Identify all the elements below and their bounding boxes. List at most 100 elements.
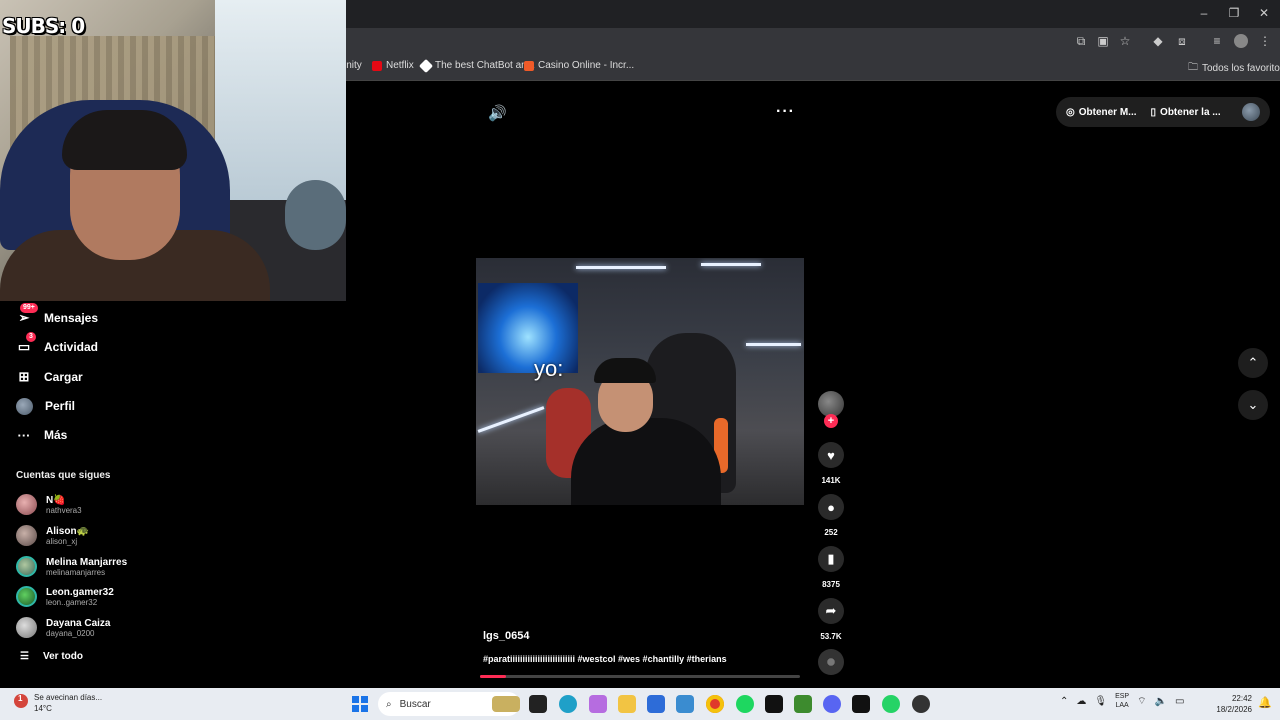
sidebar-item-label: Perfil [45,399,76,413]
file-explorer-icon[interactable] [618,695,636,713]
bookmark-casino[interactable]: Casino Online - Incr... [524,60,634,71]
get-coins-button[interactable]: ◎ Obtener M... [1066,107,1137,118]
restore-icon[interactable]: ❐ [1224,6,1244,20]
avatar [16,556,37,577]
following-section-title: Cuentas que sigues [16,470,111,481]
bookmark-icon: ▮ [827,551,835,566]
bookmark-chatbot[interactable]: The best ChatBot an... [418,58,535,73]
activity-badge: 3 [26,332,36,342]
minecraft-icon[interactable] [794,695,812,713]
cloud-icon[interactable]: ☁ [1076,696,1086,707]
list-icon: ☰ [20,651,29,662]
video-player[interactable]: yo: [476,258,804,505]
start-button[interactable] [352,696,368,712]
spotify-icon[interactable] [736,695,754,713]
task-view-icon[interactable] [529,695,547,713]
volume-icon[interactable]: 🔊 [488,104,507,122]
following-account[interactable]: Leon.gamer32 leon..gamer32 [16,586,114,607]
save-button[interactable]: ▮ [818,546,844,572]
tiktok-icon[interactable] [852,695,870,713]
video-progress-fill [480,675,506,678]
sidebar-item-messages[interactable]: ➢ 99+ Mensajes [16,303,98,329]
minimize-icon[interactable]: – [1194,6,1214,20]
puzzle-icon[interactable]: ⧈ [1175,34,1189,48]
taskbar-search[interactable]: ⌕ Buscar [378,692,520,716]
notifications-icon[interactable]: 🔔 [1258,696,1272,709]
video-person-cap [594,358,656,383]
see-all-link[interactable]: ☰ Ver todo [20,651,83,662]
video-overlay-text: yo: [534,356,564,381]
video-author[interactable]: lgs_0654 [483,630,529,642]
video-light [701,263,761,266]
discord-icon[interactable] [823,695,841,713]
clock[interactable]: 22:42 18/2/2026 [1212,693,1252,715]
avatar [16,525,37,546]
more-options-icon[interactable]: ··· [776,103,795,121]
menu-kebab-icon[interactable]: ⋮ [1258,34,1272,48]
avatar [16,494,37,515]
star-icon[interactable]: ☆ [1118,34,1132,48]
following-account[interactable]: Melina Manjarres melinamanjarres [16,556,127,577]
follow-plus-icon[interactable]: + [824,414,838,428]
video-light [576,266,666,269]
close-icon[interactable]: ✕ [1254,6,1274,20]
sidebar-item-label: Cargar [44,370,83,384]
obs-icon[interactable] [765,695,783,713]
previous-video-button[interactable]: ⌃ [1238,348,1268,378]
sidebar-item-profile[interactable]: Perfil [16,395,75,417]
search-highlight-icon [492,696,520,712]
user-avatar[interactable] [1242,103,1260,121]
casino-icon [524,60,534,71]
get-app-button[interactable]: ▯ Obtener la ... [1151,107,1221,118]
profile-avatar[interactable] [1234,34,1248,48]
saves-count: 8375 [822,580,840,589]
next-video-button[interactable]: ⌄ [1238,390,1268,420]
mail-icon[interactable] [676,695,694,713]
store-icon[interactable] [647,695,665,713]
comment-button[interactable]: ● [818,494,844,520]
like-button[interactable]: ♥ [818,442,844,468]
webcam-plush [285,180,346,250]
chevron-up-icon[interactable]: ⌃ [1060,696,1068,707]
battery-icon[interactable]: ▭ [1175,696,1184,707]
sidebar-item-upload[interactable]: ⊞ Cargar [16,366,83,388]
all-favorites[interactable]: 🗀 Todos los favoritos [1188,60,1280,77]
folder-icon: 🗀 [1188,62,1198,73]
sidebar-item-label: Más [44,428,68,442]
share-arrow-icon: ➦ [825,603,837,618]
copilot-icon[interactable] [589,695,607,713]
weather-widget[interactable]: 1 Se avecinan días... 14°C [14,692,102,714]
speaker-icon[interactable]: 🔈 [1155,696,1167,707]
bookmark-netflix[interactable]: Netflix [372,60,414,71]
netflix-icon [372,60,382,71]
extension-diamond-icon[interactable]: ◆ [1151,34,1165,48]
following-account[interactable]: N🍓 nathvera3 [16,494,82,515]
notification-app-icon[interactable] [912,695,930,713]
profile-avatar [16,397,33,415]
microphone-icon[interactable]: 🎙 [1094,696,1107,707]
bookmark-item[interactable]: inity [344,60,362,71]
chrome-icon[interactable] [706,695,724,713]
sidebar-item-activity[interactable]: ▭ 3 Actividad [16,332,98,358]
edge-icon[interactable] [559,695,577,713]
phone-icon: ▯ [1150,106,1157,118]
share-button[interactable]: ➦ [818,598,844,624]
video-progress-track[interactable] [480,675,800,678]
whatsapp-icon[interactable] [882,695,900,713]
activity-icon: ▭ 3 [16,332,36,355]
comments-count: 252 [824,528,838,537]
following-account[interactable]: Alison🐢 alison_xj [16,525,89,546]
cast-icon[interactable]: ▣ [1096,34,1110,48]
following-account[interactable]: Dayana Caiza dayana_0200 [16,617,110,638]
webcam-person-hair [62,110,187,170]
weather-alert-icon: 1 [14,694,28,708]
upload-plus-icon: ⊞ [18,369,30,384]
reading-list-icon[interactable]: ≡ [1210,34,1224,48]
music-disc-icon[interactable] [818,649,844,675]
wifi-icon[interactable]: ⌔ [1137,695,1146,708]
translate-icon[interactable]: ⧉ [1074,34,1088,48]
language-indicator[interactable]: ESP LAA [1115,692,1129,710]
avatar [16,586,37,607]
likes-count: 141K [821,476,841,485]
sidebar-item-more[interactable]: ··· Más [16,424,68,446]
